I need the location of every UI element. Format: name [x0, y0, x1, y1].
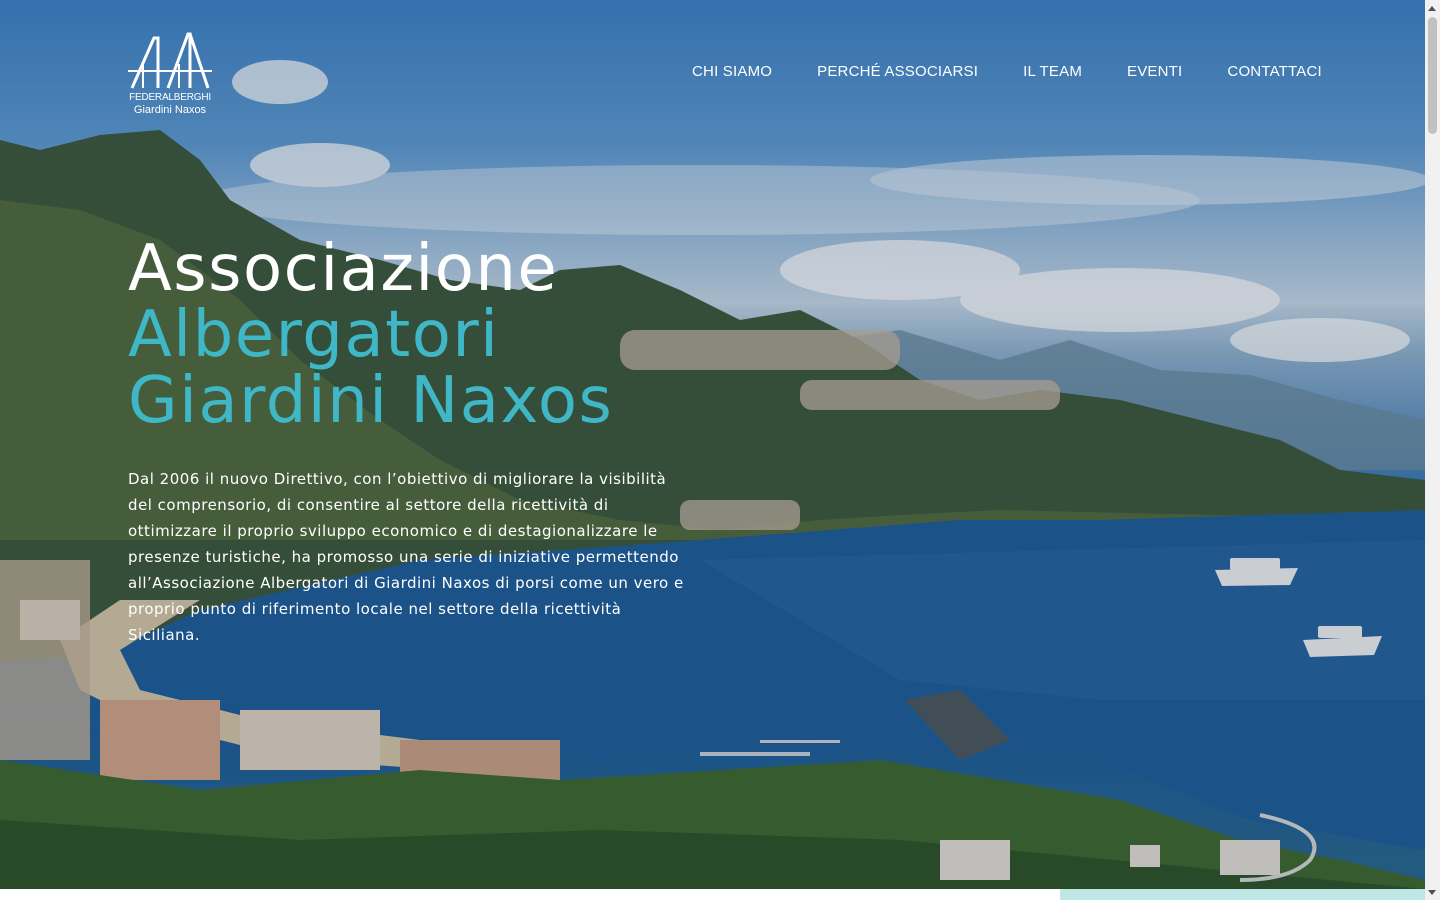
scroll-up-arrow-icon[interactable]	[1428, 6, 1436, 11]
page-viewport: FEDERALBERGHI Giardini Naxos CHI SIAMO P…	[0, 0, 1425, 900]
main-navigation: CHI SIAMO PERCHÉ ASSOCIARSI IL TEAM EVEN…	[692, 62, 1322, 82]
scroll-down-arrow-icon[interactable]	[1428, 890, 1436, 895]
hero-title-line1: Associazione	[128, 232, 559, 306]
hero-overlay	[0, 0, 1425, 889]
nav-perche-associarsi[interactable]: PERCHÉ ASSOCIARSI	[817, 62, 978, 82]
logo-line2: Giardini Naxos	[133, 104, 207, 116]
nav-eventi[interactable]: EVENTI	[1127, 62, 1182, 82]
logo-line1: FEDERALBERGHI	[129, 92, 211, 103]
nav-contattaci[interactable]: CONTATTACI	[1227, 62, 1322, 82]
nav-il-team[interactable]: IL TEAM	[1023, 62, 1082, 82]
hero-title-line2: Albergatori	[128, 298, 500, 372]
nav-chi-siamo[interactable]: CHI SIAMO	[692, 62, 772, 82]
hero-description: Dal 2006 il nuovo Direttivo, con l’obiet…	[128, 470, 684, 644]
hero-title-line3: Giardini Naxos	[128, 364, 614, 438]
section-accent-strip	[1060, 889, 1425, 900]
federalberghi-logo-icon	[128, 32, 212, 89]
vertical-scrollbar[interactable]	[1425, 0, 1440, 900]
hero-title: Associazione Albergatori Giardini Naxos	[128, 236, 613, 434]
federalberghi-logo[interactable]: FEDERALBERGHI Giardini Naxos	[128, 30, 212, 118]
scrollbar-thumb[interactable]	[1428, 17, 1437, 134]
